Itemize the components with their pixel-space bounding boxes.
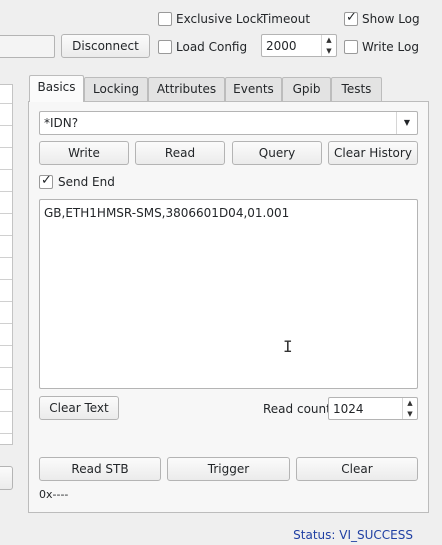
tab-basics[interactable]: Basics (29, 75, 84, 102)
write-button[interactable]: Write (39, 141, 129, 165)
chevron-down-icon[interactable]: ▼ (396, 112, 417, 134)
timeout-spinbox[interactable]: 2000 ▲ ▼ (261, 34, 337, 57)
truncated-button[interactable] (0, 466, 13, 490)
spin-up-icon[interactable]: ▲ (403, 398, 417, 409)
history-list[interactable] (0, 84, 13, 445)
command-value: *IDN? (44, 116, 79, 130)
send-end-checkbox[interactable]: ✓ (39, 173, 53, 189)
tab-gpib[interactable]: Gpib (282, 77, 331, 101)
query-button[interactable]: Query (232, 141, 322, 165)
show-log-checkbox[interactable]: ✓ (344, 10, 358, 26)
resource-field[interactable] (0, 35, 55, 58)
trigger-button[interactable]: Trigger (167, 457, 290, 481)
disconnect-button[interactable]: Disconnect (61, 34, 150, 58)
check-icon: ✓ (346, 10, 357, 25)
exclusive-lock-label: Exclusive Lock (176, 12, 264, 26)
read-count-label: Read count (263, 402, 331, 416)
spin-up-icon[interactable]: ▲ (322, 35, 336, 46)
clear-text-button[interactable]: Clear Text (39, 396, 119, 420)
spin-down-icon[interactable]: ▼ (403, 409, 417, 420)
response-textarea[interactable]: GB,ETH1HMSR-SMS,3806601D04,01.001 I (39, 199, 418, 389)
write-log-checkbox[interactable] (344, 40, 358, 54)
clear-button[interactable]: Clear (296, 457, 418, 481)
text-cursor-icon: I (283, 337, 293, 356)
spin-down-icon[interactable]: ▼ (322, 46, 336, 57)
load-config-label: Load Config (176, 40, 248, 54)
tab-tests[interactable]: Tests (331, 77, 382, 101)
stb-value: 0x---- (39, 488, 69, 501)
command-combobox[interactable]: *IDN? ▼ (39, 111, 418, 135)
write-log-label: Write Log (362, 40, 419, 54)
read-button[interactable]: Read (135, 141, 225, 165)
load-config-checkbox[interactable] (158, 40, 172, 54)
check-icon: ✓ (41, 173, 52, 188)
timeout-value: 2000 (266, 39, 297, 53)
timeout-label: Timeout (261, 12, 311, 26)
show-log-label: Show Log (362, 12, 420, 26)
read-stb-button[interactable]: Read STB (39, 457, 161, 481)
tab-events[interactable]: Events (225, 77, 282, 101)
exclusive-lock-checkbox[interactable] (158, 12, 172, 26)
response-text: GB,ETH1HMSR-SMS,3806601D04,01.001 (44, 206, 290, 220)
status-text: Status: VI_SUCCESS (293, 528, 413, 542)
clear-history-button[interactable]: Clear History (328, 141, 418, 165)
send-end-label: Send End (58, 175, 115, 189)
read-count-value: 1024 (333, 402, 364, 416)
read-count-spinbox[interactable]: 1024 ▲ ▼ (328, 397, 418, 420)
tab-locking[interactable]: Locking (84, 77, 148, 101)
tab-attributes[interactable]: Attributes (148, 77, 225, 101)
